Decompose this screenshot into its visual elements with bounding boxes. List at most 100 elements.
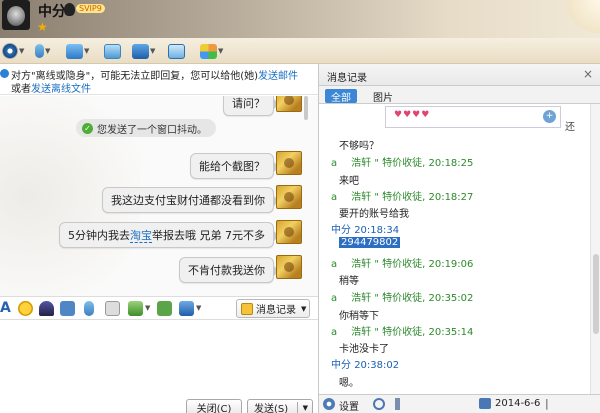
title-bar: 中分 SVIP9 ★ <box>0 0 600 38</box>
notice-line-2: 或者发送离线文件 <box>11 80 91 95</box>
history-message-text: 294479802 <box>339 237 401 248</box>
history-scrollbar[interactable] <box>590 104 600 394</box>
self-avatar[interactable] <box>276 96 302 112</box>
gif-icon[interactable] <box>60 301 75 316</box>
voice-message-icon[interactable] <box>84 301 94 316</box>
message-input[interactable] <box>0 321 318 396</box>
gift-icon[interactable] <box>157 301 172 316</box>
send-email-link[interactable]: 发送邮件 <box>258 71 298 82</box>
edit-icon[interactable] <box>105 301 120 316</box>
main-toolbar: ▼ ▼ ▼ ▼ ▼ <box>0 38 600 64</box>
sender-marker: a <box>331 158 338 169</box>
history-message-header: a 浩轩 " 特价收徒, 20:35:14 <box>331 327 474 338</box>
magic-expression-icon[interactable] <box>39 301 54 316</box>
message-text: 我这边支付宝财付通都没看到你 <box>111 194 265 207</box>
screen-share-button[interactable]: ▼ <box>132 41 155 61</box>
tab-pictures[interactable]: 图片 <box>367 89 399 104</box>
sender-marker: a <box>331 192 338 203</box>
history-message-text: 你稍等下 <box>339 311 379 322</box>
history-message-text: 来吧 <box>339 176 359 187</box>
history-message-header: a 浩轩 " 特价收徒, 20:19:06 <box>331 259 474 270</box>
chevron-down-icon: ▼ <box>45 47 51 55</box>
message-time: 20:18:25 <box>428 158 474 169</box>
message-time: 20:18:27 <box>428 192 474 203</box>
self-avatar[interactable] <box>276 220 302 244</box>
history-panel-header: 消息记录 × <box>319 64 600 86</box>
message-time: 20:19:06 <box>428 259 474 270</box>
message-history-button[interactable]: 消息记录 ▼ <box>236 299 310 318</box>
apps-button[interactable]: ▼ <box>200 41 223 61</box>
message-time: 20:35:14 <box>428 327 474 338</box>
chevron-down-icon[interactable]: ▼ <box>196 304 201 312</box>
chevron-down-icon: ▼ <box>150 47 156 55</box>
folder-icon <box>66 43 83 59</box>
search-icon[interactable] <box>373 398 385 410</box>
speaker-icon[interactable] <box>395 398 407 410</box>
remote-assist-button[interactable] <box>168 41 185 61</box>
info-icon <box>0 69 9 78</box>
picture-icon[interactable] <box>128 301 143 316</box>
close-button[interactable]: 关闭(C) <box>186 399 242 413</box>
screen-share-icon <box>132 43 149 59</box>
image-message[interactable]: ♥♥♥♥ + <box>385 106 561 128</box>
taobao-link[interactable]: 淘宝 <box>130 229 152 243</box>
message-bubble: 5分钟内我去淘宝举报去哦 兄弟 7元不多 <box>59 222 279 248</box>
send-offline-file-link[interactable]: 发送离线文件 <box>31 84 91 95</box>
history-date[interactable]: 2014-6-6 <box>495 398 540 409</box>
message-text-after: 举报去哦 兄弟 7元不多 <box>152 229 265 242</box>
contact-name: 中分 <box>38 4 66 20</box>
screenshot-icon[interactable] <box>179 301 194 316</box>
sender-status: " 特价收徒 <box>374 259 423 270</box>
sender-name: 中分 <box>331 225 351 236</box>
sender-marker: a <box>331 259 338 270</box>
history-message-text: 要开的账号给我 <box>339 209 409 220</box>
chevron-down-icon[interactable]: ▼ <box>145 304 150 312</box>
scroll-thumb[interactable] <box>593 254 599 334</box>
history-footer: 设置 2014-6-6 |<<>>| <box>319 394 600 413</box>
divider <box>297 402 298 413</box>
message-text: 请问？ <box>232 97 265 110</box>
history-message-header-self: 中分 20:18:34 <box>331 221 399 236</box>
self-avatar[interactable] <box>276 151 302 175</box>
self-avatar[interactable] <box>276 185 302 209</box>
send-file-button[interactable]: ▼ <box>66 41 89 61</box>
notice-text-2: 或者 <box>11 84 31 95</box>
message-text: 不肯付款我送你 <box>188 264 265 277</box>
chat-scrollbar[interactable] <box>302 96 310 296</box>
sender-status: " 特价收徒 <box>374 327 423 338</box>
qq-penguin-icon <box>64 3 75 16</box>
send-button[interactable]: 发送(S) ▼ <box>247 399 313 413</box>
emoji-icon[interactable] <box>18 301 33 316</box>
message-bubble: 不肯付款我送你 <box>179 257 279 283</box>
check-icon: ✓ <box>82 122 93 134</box>
history-message-header: a 浩轩 " 特价收徒, 20:35:02 <box>331 293 474 304</box>
vip-badge: SVIP9 <box>76 4 105 13</box>
sender-status: " 特价收徒 <box>374 293 423 304</box>
avatar-face <box>7 6 25 26</box>
calendar-icon[interactable] <box>479 398 491 409</box>
apps-grid-icon <box>200 43 217 59</box>
zoom-icon[interactable]: + <box>543 110 556 123</box>
history-list: ♥♥♥♥ + 还 不够吗？ a 浩轩 " 特价收徒, 20:18:25 来吧 a浩… <box>319 104 600 394</box>
chevron-down-icon: ▼ <box>218 47 224 55</box>
hearts-image: ♥♥♥♥ <box>394 110 431 120</box>
scroll-thumb[interactable] <box>304 96 308 120</box>
app-button[interactable] <box>104 41 121 61</box>
tab-all[interactable]: 全部 <box>325 89 357 104</box>
pagination-controls[interactable]: |<<>>| <box>545 397 600 413</box>
settings-label[interactable]: 设置 <box>339 398 359 413</box>
contact-avatar[interactable] <box>2 0 30 30</box>
voice-call-button[interactable]: ▼ <box>32 41 50 61</box>
message-time: 20:18:34 <box>354 225 400 236</box>
gear-icon[interactable] <box>323 398 335 410</box>
close-icon[interactable]: × <box>583 67 593 81</box>
self-avatar[interactable] <box>276 255 302 279</box>
font-button[interactable]: A <box>0 300 11 316</box>
sender-name: 中分 <box>331 360 351 371</box>
chevron-down-icon[interactable]: ▼ <box>303 404 308 412</box>
history-message-text: 嗯。 <box>339 378 359 389</box>
video-call-button[interactable]: ▼ <box>2 41 24 61</box>
history-message-text: 稍等 <box>339 276 359 287</box>
selected-account-number[interactable]: 294479802 <box>339 237 401 248</box>
chevron-down-icon: ▼ <box>19 47 25 55</box>
